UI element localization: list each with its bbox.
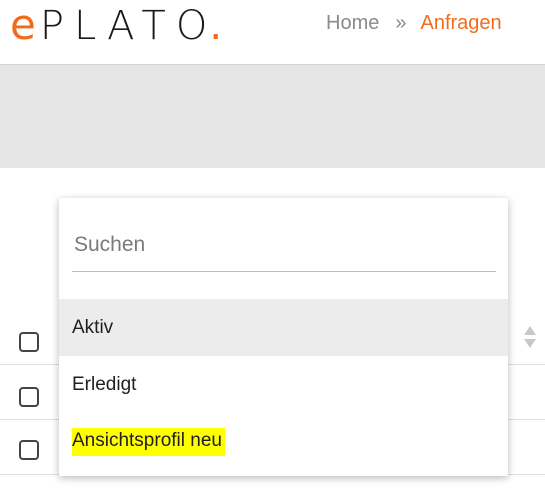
status-dropdown-panel: Aktiv Erledigt Ansichtsprofil neu [59,198,508,476]
eplato-logo[interactable]: e PLATO . [10,0,223,49]
row-checkbox[interactable] [19,440,39,460]
sort-updown-icon[interactable] [522,322,538,352]
breadcrumb-current[interactable]: Anfragen [420,12,501,35]
option-erledigt[interactable]: Erledigt [59,356,508,413]
logo-e: e [10,0,36,49]
filter-band [0,64,545,168]
option-ansichtsprofil-neu[interactable]: Ansichtsprofil neu [59,413,508,470]
app-header: e PLATO . Home » Anfragen [0,0,545,64]
option-label: Aktiv [72,316,114,338]
option-label: Erledigt [72,373,137,395]
select-all-checkbox[interactable] [19,332,39,352]
breadcrumb: Home » Anfragen [326,8,502,38]
logo-dot: . [209,3,223,49]
logo-text: PLATO [39,3,218,49]
breadcrumb-separator-icon: » [395,11,407,34]
row-checkbox[interactable] [19,387,39,407]
search-input[interactable] [74,230,474,260]
option-aktiv[interactable]: Aktiv [59,299,508,356]
breadcrumb-home-link[interactable]: Home [326,12,379,35]
option-label: Ansichtsprofil neu [72,427,225,456]
search-field [72,220,496,272]
